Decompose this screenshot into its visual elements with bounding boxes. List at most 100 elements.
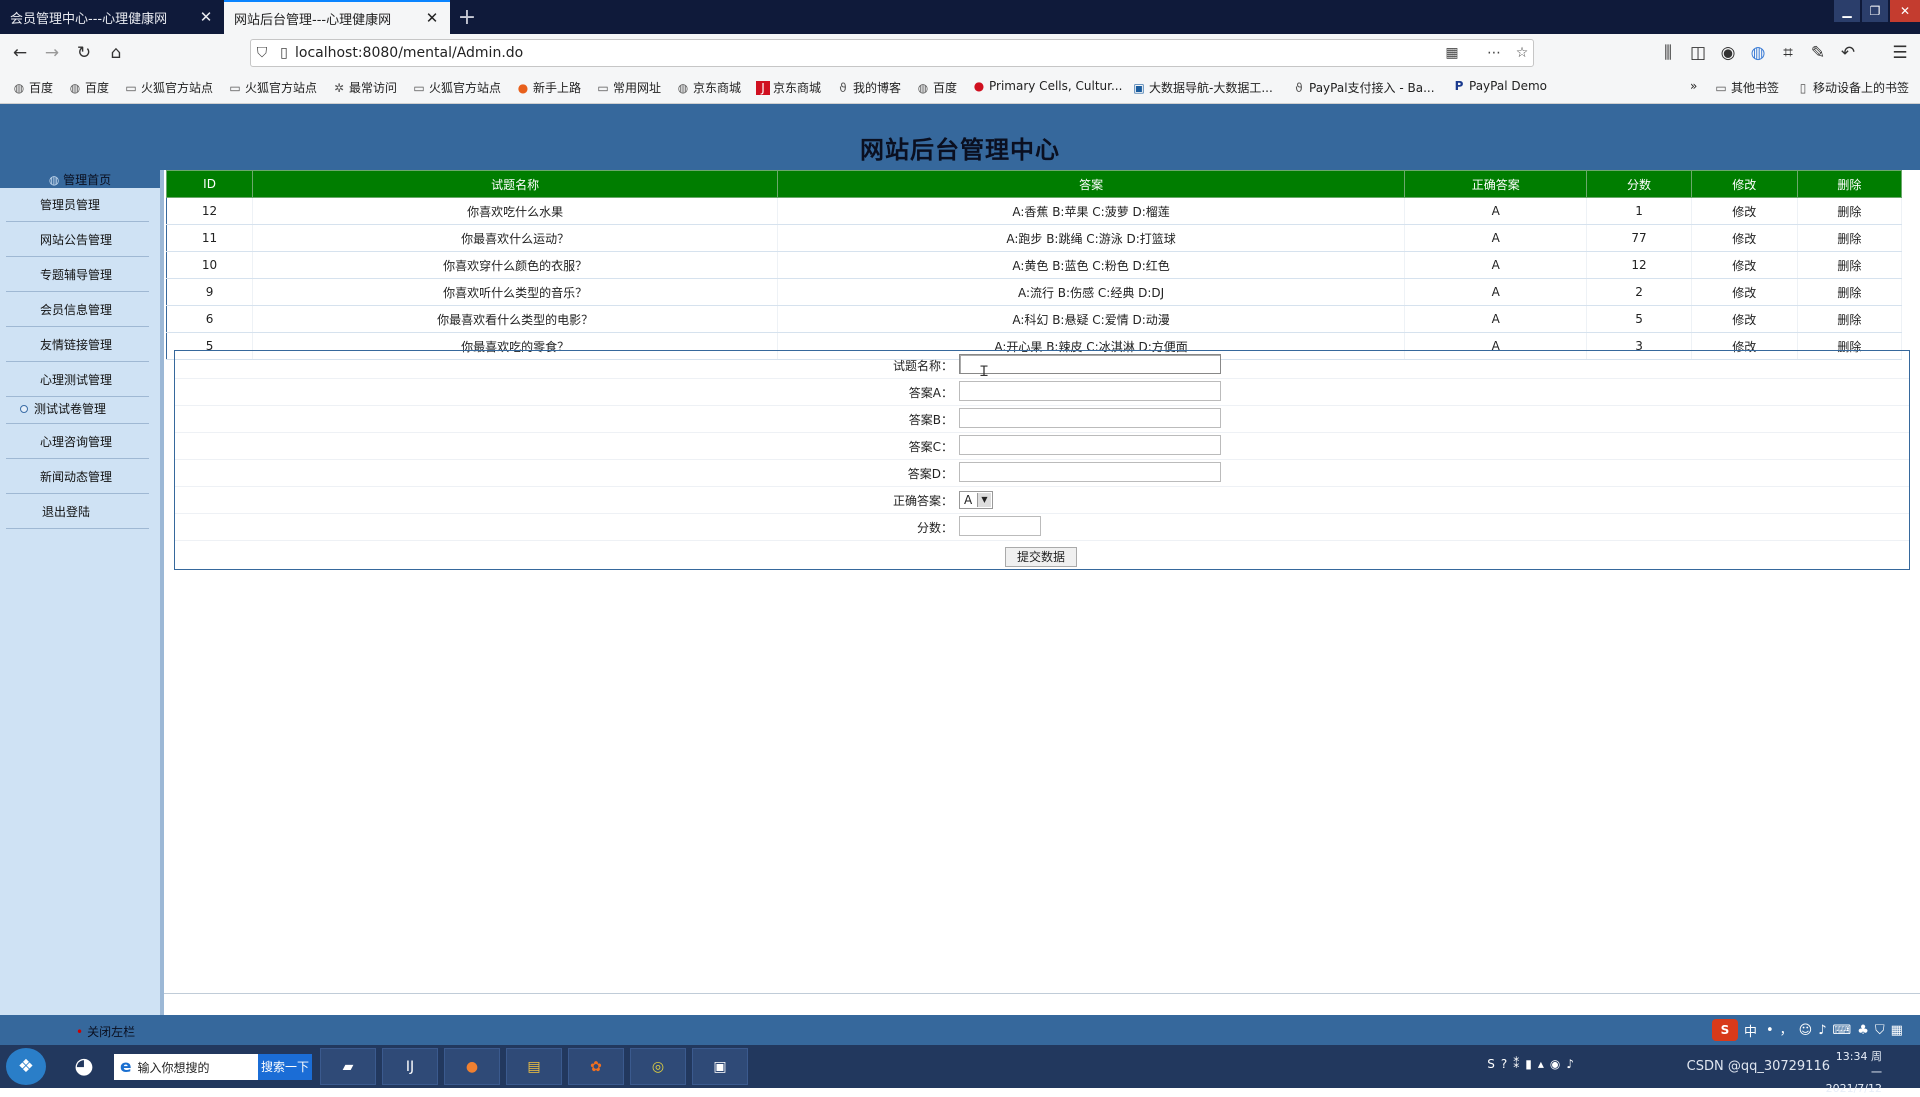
sidebar-item-notices[interactable]: 网站公告管理: [6, 223, 149, 257]
qr-code-icon[interactable]: ▦: [1441, 45, 1463, 61]
app-icon[interactable]: ✿: [568, 1048, 624, 1085]
bookmark-item[interactable]: ◍ 京东商城: [676, 79, 741, 96]
answer-a-input[interactable]: [959, 381, 1221, 401]
cell-id: 6: [166, 305, 254, 333]
close-window-icon[interactable]: ✕: [1890, 0, 1920, 22]
bookmark-item[interactable]: ▣ 大数据导航-大数据工...: [1132, 79, 1272, 96]
delete-link[interactable]: 删除: [1797, 224, 1903, 252]
sidebar-item-news[interactable]: 新闻动态管理: [6, 460, 149, 494]
sidebar-toggle-icon[interactable]: ◫: [1686, 41, 1710, 65]
cell-question: 你最喜欢看什么类型的电影？: [252, 305, 779, 333]
bookmark-star-icon[interactable]: ☆: [1511, 45, 1533, 61]
answer-c-input[interactable]: [959, 435, 1221, 455]
question-name-input[interactable]: [959, 354, 1221, 374]
system-clock[interactable]: 13:34 周一 2021/7/12: [1826, 1049, 1882, 1097]
ime-toolbar-icons[interactable]: •，☺♪⌨♣⛉▦: [1766, 1019, 1909, 1038]
sidebar-home-link[interactable]: ◍ 管理首页: [0, 170, 160, 188]
bookmark-item[interactable]: P PayPal Demo: [1452, 79, 1547, 93]
account-icon[interactable]: ◉: [1716, 41, 1740, 65]
start-menu-icon[interactable]: ❖: [6, 1048, 46, 1085]
forward-icon[interactable]: →: [40, 41, 64, 65]
page-info-icon[interactable]: ▯: [273, 45, 295, 61]
sidebar-item-psych-tests[interactable]: 心理测试管理: [6, 363, 149, 397]
bookmark-item[interactable]: ◍ 百度: [916, 79, 957, 96]
sidebar-item-consultations[interactable]: 心理咨询管理: [6, 425, 149, 459]
bookmark-item[interactable]: ▭ 火狐官方站点: [412, 79, 501, 96]
new-tab-button[interactable]: +: [454, 4, 480, 30]
edit-link[interactable]: 修改: [1691, 278, 1798, 306]
bookmark-item[interactable]: ▭ 其他书签: [1714, 79, 1779, 96]
reload-icon[interactable]: ↻: [72, 41, 96, 65]
taskbar-search-input[interactable]: e 输入你想搜的: [114, 1054, 258, 1080]
chat-icon[interactable]: ✎: [1806, 41, 1830, 65]
file-explorer-icon[interactable]: ▤: [506, 1048, 562, 1085]
delete-link[interactable]: 删除: [1797, 278, 1903, 306]
bookmark-item[interactable]: J 京东商城: [756, 79, 821, 96]
globe-icon[interactable]: ◍: [1746, 41, 1770, 65]
ime-mode[interactable]: 中: [1744, 1021, 1757, 1040]
bookmark-item[interactable]: ▭ 常用网址: [596, 79, 661, 96]
bookmark-item[interactable]: ● 新手上路: [516, 79, 581, 96]
sidebar-item-counseling-topics[interactable]: 专题辅导管理: [6, 258, 149, 292]
sidebar-item-logout[interactable]: 退出登陆: [6, 495, 149, 529]
answer-d-input[interactable]: [959, 462, 1221, 482]
sidebar-item-links[interactable]: 友情链接管理: [6, 328, 149, 362]
home-icon[interactable]: ⌂: [104, 41, 128, 65]
table-row: 9 你喜欢听什么类型的音乐？ A:流行 B:伤感 C:经典 D:DJ A 2 修…: [166, 278, 1903, 306]
delete-link[interactable]: 删除: [1797, 305, 1903, 333]
crop-icon[interactable]: ⌗: [1776, 41, 1800, 65]
undo-icon[interactable]: ↶: [1836, 41, 1860, 65]
restore-icon[interactable]: ❐: [1862, 0, 1888, 22]
menu-icon[interactable]: ☰: [1888, 41, 1912, 65]
score-input[interactable]: [959, 516, 1041, 536]
cell-question: 你喜欢听什么类型的音乐？: [252, 278, 779, 306]
browser-tab-admin[interactable]: 网站后台管理---心理健康网 ✕: [224, 0, 450, 34]
folder-icon: ▭: [1715, 81, 1727, 95]
browser-tab-member-center[interactable]: 会员管理中心---心理健康网 ✕: [0, 0, 224, 34]
library-icon[interactable]: ⫼: [1656, 41, 1680, 65]
edit-link[interactable]: 修改: [1691, 197, 1798, 225]
submit-button[interactable]: 提交数据: [1005, 547, 1077, 567]
close-tab-icon[interactable]: ✕: [198, 8, 214, 26]
url-bar[interactable]: ⛉ ▯ localhost:8080/mental/Admin.do ▦ ⋯ ☆: [250, 39, 1534, 67]
bookmark-item[interactable]: ϑ 我的博客: [836, 79, 901, 96]
sidebar-item-admins[interactable]: 管理员管理: [6, 188, 149, 222]
more-icon[interactable]: ⋯: [1483, 45, 1505, 61]
bookmark-item[interactable]: ✲ 最常访问: [332, 79, 397, 96]
desktop-icon[interactable]: ◕: [56, 1048, 112, 1085]
shield-icon[interactable]: ⛉: [251, 45, 273, 61]
bookmark-item[interactable]: ◍ 百度: [68, 79, 109, 96]
answer-b-input[interactable]: [959, 408, 1221, 428]
edit-link[interactable]: 修改: [1691, 224, 1798, 252]
chrome-icon[interactable]: ◎: [630, 1048, 686, 1085]
bookmark-item[interactable]: ● Primary Cells, Cultur...: [972, 79, 1123, 93]
correct-answer-select[interactable]: A ▼: [959, 491, 993, 509]
folder-app-icon[interactable]: ▰: [320, 1048, 376, 1085]
edit-link[interactable]: 修改: [1691, 305, 1798, 333]
url-text[interactable]: localhost:8080/mental/Admin.do: [295, 45, 523, 61]
close-sidebar-link[interactable]: • 关闭左栏: [76, 1023, 135, 1040]
minimize-icon[interactable]: ▁: [1834, 0, 1860, 22]
terminal-icon[interactable]: ▣: [692, 1048, 748, 1085]
bookmark-item[interactable]: ▭ 火狐官方站点: [228, 79, 317, 96]
sidebar-item-members[interactable]: 会员信息管理: [6, 293, 149, 327]
intellij-icon[interactable]: IJ: [382, 1048, 438, 1085]
answer-a-label: 答案A：: [908, 386, 953, 400]
back-icon[interactable]: ←: [8, 41, 32, 65]
bookmark-item[interactable]: ▭ 火狐官方站点: [124, 79, 213, 96]
close-tab-icon[interactable]: ✕: [424, 9, 440, 27]
sogou-ime-icon[interactable]: S: [1712, 1019, 1738, 1041]
bookmark-item[interactable]: ▯ 移动设备上的书签: [1796, 79, 1909, 96]
bookmark-item[interactable]: ϑ PayPal支付接入 - Ba...: [1292, 79, 1434, 96]
sidebar-item-test-papers[interactable]: 测试试卷管理: [6, 394, 149, 424]
mobile-icon: ▯: [1799, 81, 1807, 95]
taskbar-search-button[interactable]: 搜索一下: [258, 1054, 312, 1080]
edit-link[interactable]: 修改: [1691, 251, 1798, 279]
bookmarks-overflow-icon[interactable]: »: [1690, 79, 1697, 93]
chevron-down-icon[interactable]: ▼: [977, 493, 991, 507]
firefox-icon[interactable]: ●: [444, 1048, 500, 1085]
delete-link[interactable]: 删除: [1797, 197, 1903, 225]
delete-link[interactable]: 删除: [1797, 251, 1903, 279]
bookmark-item[interactable]: ◍ 百度: [12, 79, 53, 96]
tray-icons[interactable]: S?⁑▮▴◉♪: [1487, 1057, 1580, 1071]
